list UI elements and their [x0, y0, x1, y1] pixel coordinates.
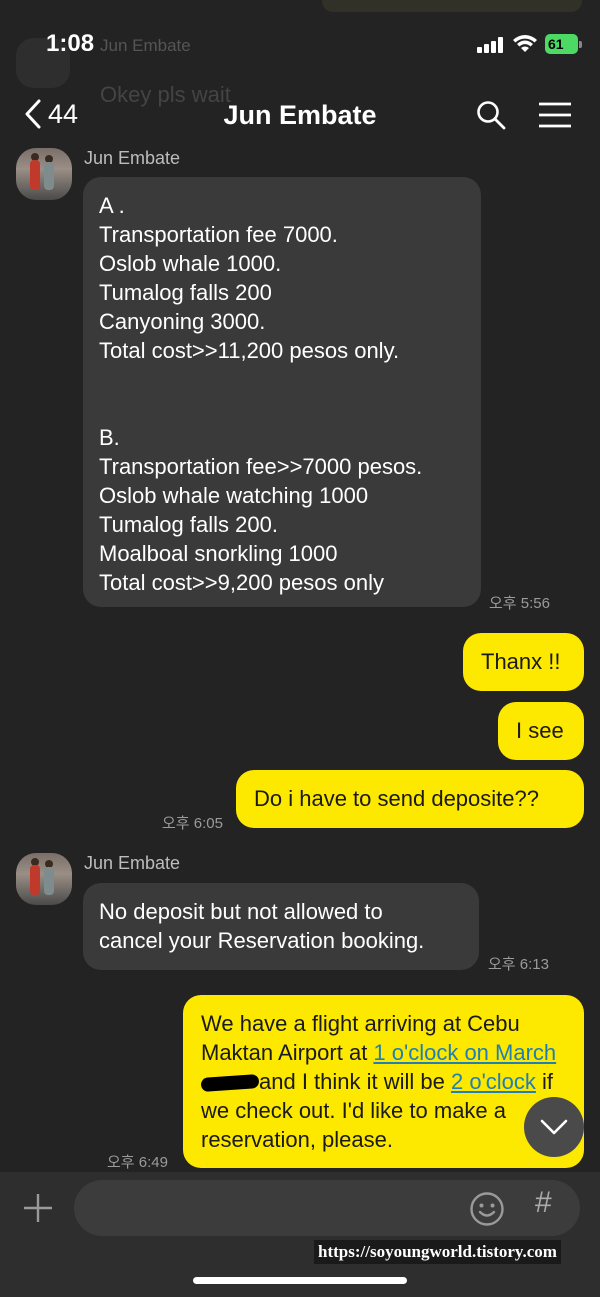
message-bubble-incoming[interactable]: A . Transportation fee 7000. Oslob whale… [83, 177, 481, 607]
message-bubble-incoming[interactable]: No deposit but not allowed to cancel you… [83, 883, 479, 970]
hashtag-search-button[interactable]: # [535, 1186, 552, 1220]
scroll-to-bottom-button[interactable] [524, 1097, 584, 1157]
redaction-mark [200, 1074, 260, 1093]
message-time: 오후 6:05 [162, 815, 223, 832]
chat-header: 44 Jun Embate [0, 92, 600, 142]
status-time: 1:08 [46, 30, 95, 57]
home-indicator[interactable] [193, 1277, 407, 1284]
message-bubble-outgoing[interactable]: I see [498, 702, 584, 760]
message-bubble-outgoing[interactable]: Do i have to send deposite?? [236, 770, 584, 828]
sender-name: Jun Embate [84, 853, 181, 873]
message-time: 오후 5:56 [489, 595, 550, 612]
search-icon[interactable] [476, 100, 506, 130]
menu-icon[interactable] [538, 102, 572, 128]
wifi-icon [513, 35, 537, 52]
message-time: 오후 6:13 [488, 956, 549, 973]
plus-icon[interactable] [22, 1192, 54, 1224]
signal-icon [477, 37, 507, 53]
avatar[interactable] [16, 853, 72, 905]
message-time: 오후 6:49 [107, 1154, 168, 1171]
chat-title: Jun Embate [223, 100, 377, 130]
battery-tip [579, 41, 582, 48]
ghost-bubble [322, 0, 582, 12]
time-link[interactable]: 2 o'clock [451, 1069, 536, 1094]
battery-icon: 61 [545, 34, 578, 54]
chevron-down-icon [540, 1119, 568, 1135]
watermark: https://soyoungworld.tistory.com [314, 1240, 561, 1264]
message-bubble-outgoing[interactable]: Thanx !! [463, 633, 584, 691]
status-bar: Jun Embate 1:08 61 [0, 0, 600, 92]
ghost-sender-name: Jun Embate [100, 36, 191, 55]
emoji-icon[interactable] [469, 1191, 505, 1227]
date-link[interactable]: 1 o'clock on March [373, 1040, 556, 1065]
battery-level: 61 [548, 36, 564, 52]
message-bubble-outgoing[interactable]: We have a flight arriving at Cebu Maktan… [183, 995, 584, 1168]
message-text: and I think it will be [259, 1069, 451, 1094]
sender-name: Jun Embate [84, 148, 181, 168]
avatar[interactable] [16, 148, 72, 200]
